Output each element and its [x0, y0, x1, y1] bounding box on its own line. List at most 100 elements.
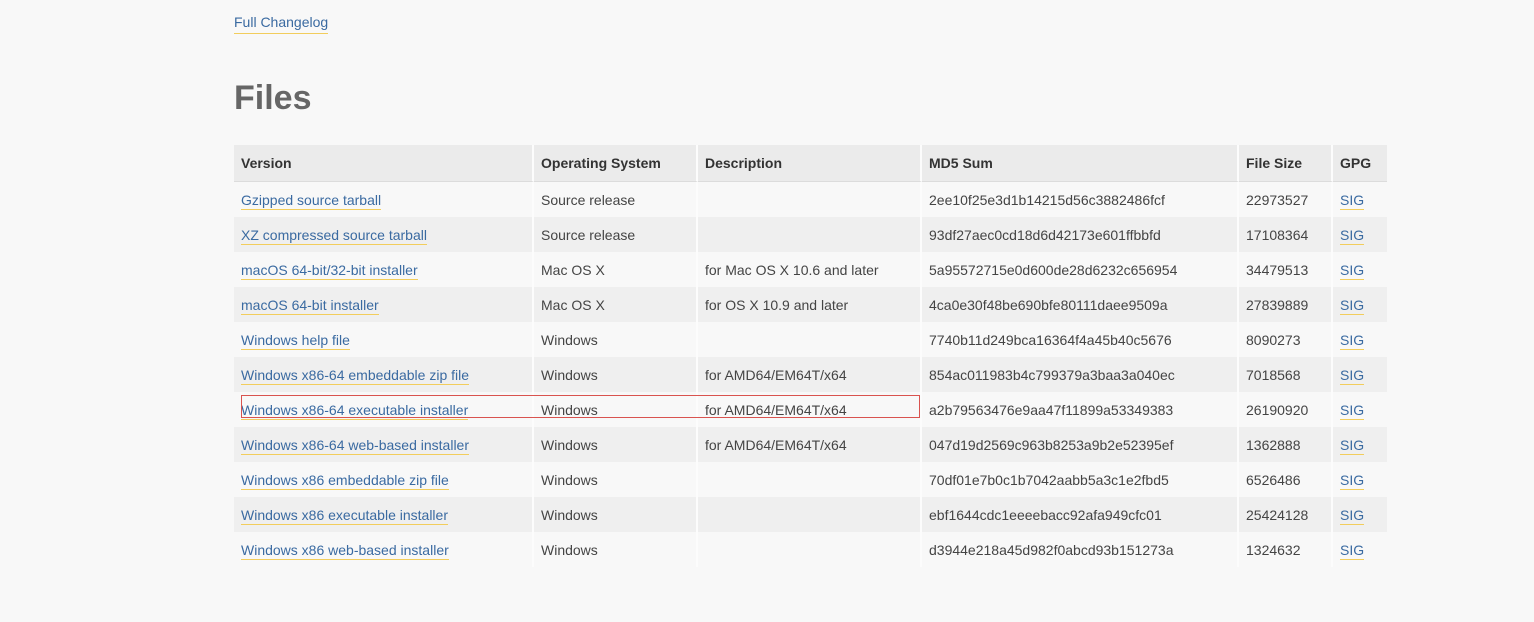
table-cell-size: 22973527 [1239, 182, 1333, 217]
gpg-sig-link[interactable]: SIG [1340, 191, 1365, 210]
table-cell-gpg: SIG [1333, 427, 1387, 462]
files-table-body: Gzipped source tarball Source release 2ee1… [234, 182, 1387, 567]
table-cell-size: 34479513 [1239, 252, 1333, 287]
table-cell-description: for OS X 10.9 and later [698, 287, 922, 322]
table-cell-size: 17108364 [1239, 217, 1333, 252]
table-cell-gpg: SIG [1333, 252, 1387, 287]
table-cell-description [698, 462, 922, 497]
table-cell-os: Mac OS X [534, 252, 698, 287]
table-cell-os: Source release [534, 217, 698, 252]
table-cell-description [698, 322, 922, 357]
column-header-gpg: GPG [1333, 145, 1387, 182]
table-row: Windows x86-64 web-based installer Window… [234, 427, 1387, 462]
gpg-sig-link[interactable]: SIG [1340, 471, 1365, 490]
table-cell-description [698, 217, 922, 252]
file-version-link[interactable]: Windows x86 embeddable zip file [241, 471, 449, 490]
file-size-cell: 8090273 [1246, 331, 1301, 348]
md5-sum-cell: 70df01e7b0c1b7042aabb5a3c1e2fbd5 [929, 471, 1169, 488]
md5-sum-cell: a2b79563476e9aa47f11899a53349383 [929, 401, 1174, 418]
file-version-link[interactable]: Windows x86 executable installer [241, 506, 448, 525]
md5-sum-cell: 7740b11d249bca16364f4a45b40c5676 [929, 331, 1172, 348]
header-row: Version Operating System Description MD5… [234, 145, 1387, 182]
file-size-cell: 34479513 [1246, 261, 1309, 278]
table-cell-gpg: SIG [1333, 287, 1387, 322]
table-row: Windows x86-64 executable installer Windo… [234, 392, 1387, 427]
operating-system-cell: Windows [541, 366, 598, 383]
file-version-link[interactable]: Windows help file [241, 331, 350, 350]
table-cell-md5: d3944e218a45d982f0abcd93b151273a [922, 532, 1239, 567]
gpg-sig-link[interactable]: SIG [1340, 226, 1365, 245]
table-cell-size: 6526486 [1239, 462, 1333, 497]
table-cell-os: Windows [534, 427, 698, 462]
file-size-cell: 22973527 [1246, 191, 1309, 208]
table-cell-os: Mac OS X [534, 287, 698, 322]
file-size-cell: 17108364 [1246, 226, 1309, 243]
file-version-link[interactable]: Gzipped source tarball [241, 191, 382, 210]
gpg-sig-link[interactable]: SIG [1340, 401, 1365, 420]
files-table-header: Version Operating System Description MD5… [234, 145, 1387, 182]
table-cell-version: Gzipped source tarball [234, 182, 534, 217]
operating-system-cell: Source release [541, 226, 636, 243]
table-cell-version: Windows x86 embeddable zip file [234, 462, 534, 497]
table-cell-version: macOS 64-bit/32-bit installer [234, 252, 534, 287]
column-header-file-size: File Size [1239, 145, 1333, 182]
table-cell-md5: 93df27aec0cd18d6d42173e601ffbbfd [922, 217, 1239, 252]
table-cell-os: Windows [534, 392, 698, 427]
description-cell: for AMD64/EM64T/x64 [705, 401, 847, 418]
table-cell-md5: ebf1644cdc1eeeebacc92afa949cfc01 [922, 497, 1239, 532]
gpg-sig-link[interactable]: SIG [1340, 541, 1365, 560]
file-version-link[interactable]: Windows x86-64 executable installer [241, 401, 469, 420]
gpg-sig-link[interactable]: SIG [1340, 331, 1365, 350]
file-size-cell: 7018568 [1246, 366, 1301, 383]
table-row: Windows help file Windows 7740b11d249bca16… [234, 322, 1387, 357]
table-cell-md5: 70df01e7b0c1b7042aabb5a3c1e2fbd5 [922, 462, 1239, 497]
table-cell-version: Windows x86 web-based installer [234, 532, 534, 567]
table-cell-gpg: SIG [1333, 392, 1387, 427]
table-cell-size: 7018568 [1239, 357, 1333, 392]
table-cell-gpg: SIG [1333, 357, 1387, 392]
table-cell-gpg: SIG [1333, 182, 1387, 217]
table-row: macOS 64-bit/32-bit installer Mac OS X for… [234, 252, 1387, 287]
table-cell-version: Windows x86-64 embeddable zip file [234, 357, 534, 392]
file-version-link[interactable]: XZ compressed source tarball [241, 226, 427, 245]
file-version-link[interactable]: Windows x86 web-based installer [241, 541, 449, 560]
table-row: Windows x86 web-based installer Windows d3… [234, 532, 1387, 567]
table-cell-gpg: SIG [1333, 217, 1387, 252]
file-version-link[interactable]: Windows x86-64 web-based installer [241, 436, 469, 455]
gpg-sig-link[interactable]: SIG [1340, 506, 1365, 525]
table-cell-gpg: SIG [1333, 532, 1387, 567]
table-row: Windows x86 executable installer Windows e… [234, 497, 1387, 532]
table-cell-size: 1362888 [1239, 427, 1333, 462]
file-version-link[interactable]: macOS 64-bit installer [241, 296, 379, 315]
table-cell-version: Windows x86-64 web-based installer [234, 427, 534, 462]
table-cell-gpg: SIG [1333, 322, 1387, 357]
file-version-link[interactable]: macOS 64-bit/32-bit installer [241, 261, 418, 280]
table-cell-md5: 2ee10f25e3d1b14215d56c3882486fcf [922, 182, 1239, 217]
gpg-sig-link[interactable]: SIG [1340, 261, 1365, 280]
table-cell-description: for AMD64/EM64T/x64 [698, 357, 922, 392]
column-header-version: Version [234, 145, 534, 182]
files-table: Version Operating System Description MD5… [234, 145, 1387, 567]
operating-system-cell: Windows [541, 471, 598, 488]
full-changelog-link[interactable]: Full Changelog [234, 12, 329, 34]
file-version-link[interactable]: Windows x86-64 embeddable zip file [241, 366, 470, 385]
table-cell-version: Windows x86 executable installer [234, 497, 534, 532]
file-size-cell: 25424128 [1246, 506, 1309, 523]
operating-system-cell: Mac OS X [541, 296, 605, 313]
gpg-sig-link[interactable]: SIG [1340, 296, 1365, 315]
operating-system-cell: Windows [541, 436, 598, 453]
table-cell-os: Windows [534, 532, 698, 567]
column-header-description: Description [698, 145, 922, 182]
operating-system-cell: Source release [541, 191, 636, 208]
gpg-sig-link[interactable]: SIG [1340, 436, 1365, 455]
table-cell-os: Windows [534, 322, 698, 357]
table-cell-version: macOS 64-bit installer [234, 287, 534, 322]
table-cell-gpg: SIG [1333, 462, 1387, 497]
table-cell-version: Windows help file [234, 322, 534, 357]
file-size-cell: 1362888 [1246, 436, 1301, 453]
table-cell-description: for AMD64/EM64T/x64 [698, 427, 922, 462]
gpg-sig-link[interactable]: SIG [1340, 366, 1365, 385]
page: Full Changelog Files Version Operating S… [0, 0, 1534, 622]
column-header-md5: MD5 Sum [922, 145, 1239, 182]
description-cell: for Mac OS X 10.6 and later [705, 261, 879, 278]
